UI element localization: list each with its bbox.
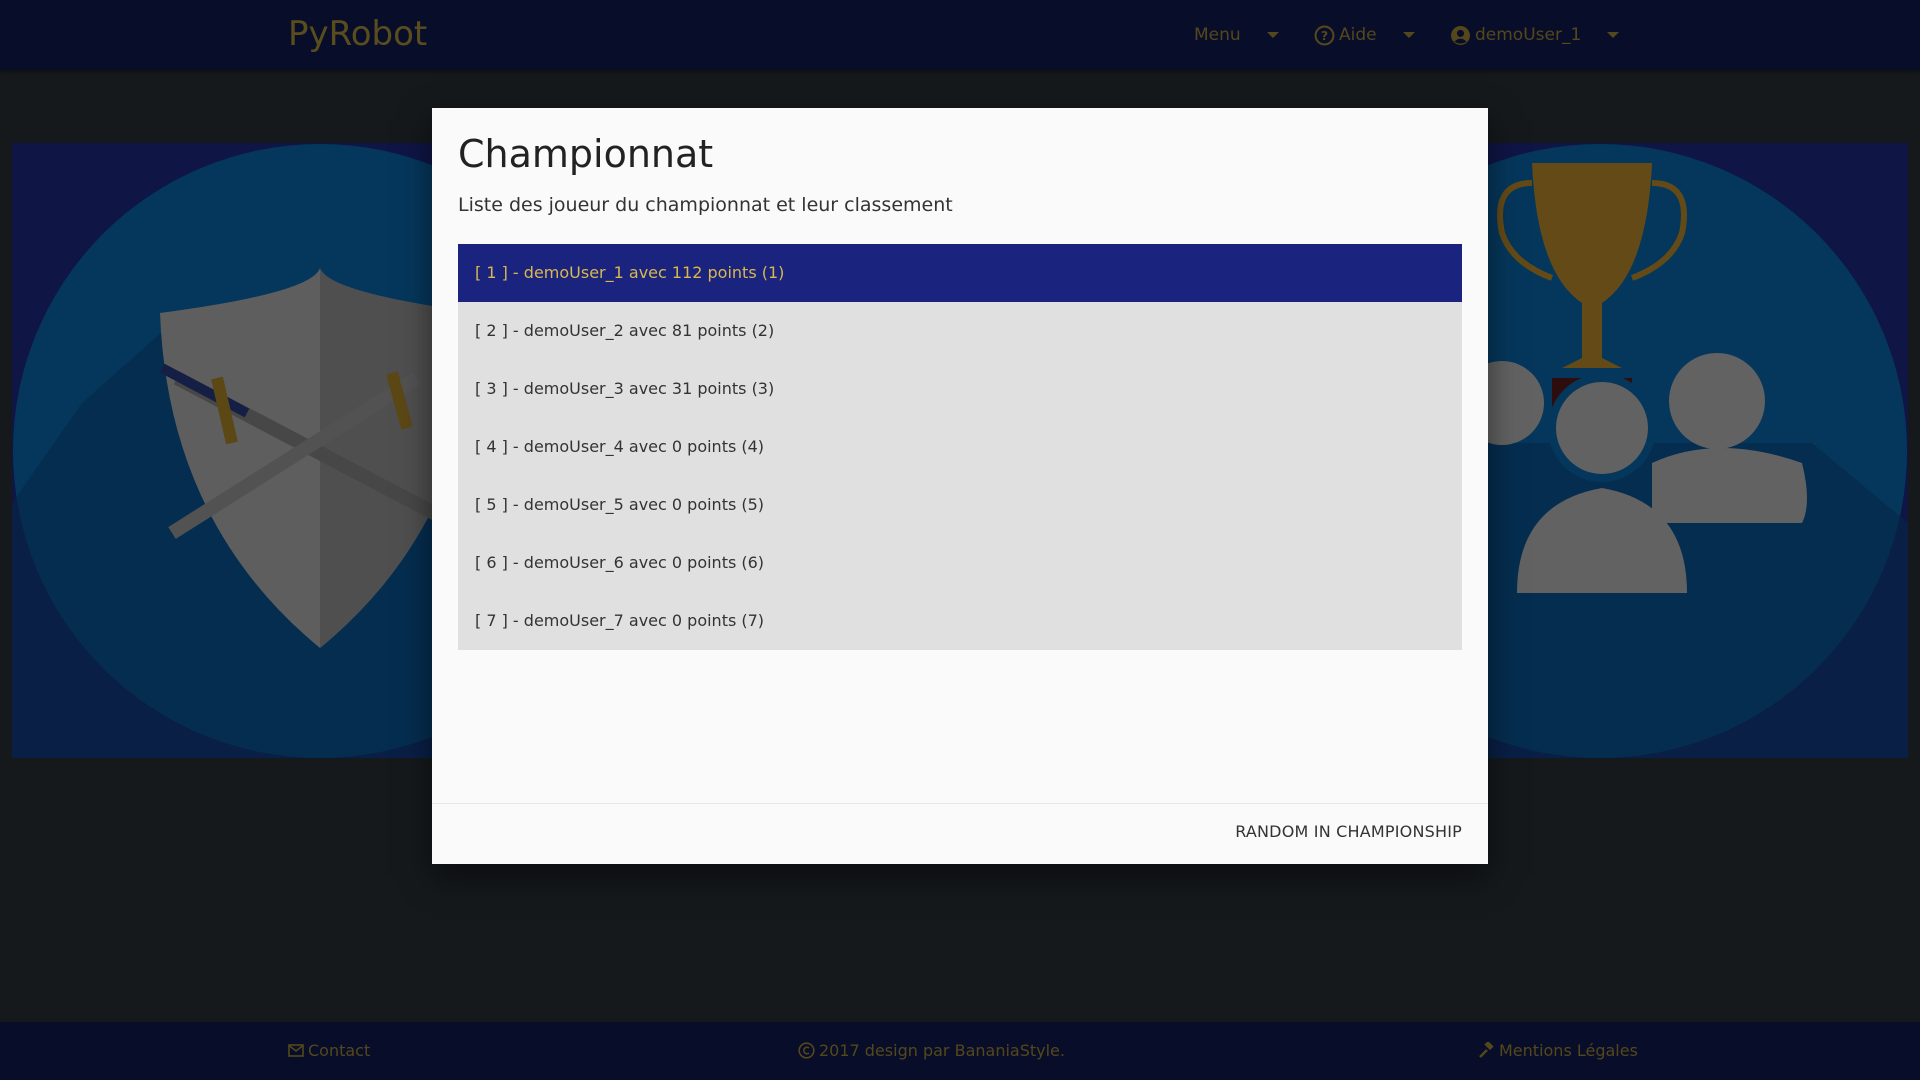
ranking-item[interactable]: [ 2 ] - demoUser_2 avec 81 points (2) (458, 302, 1462, 360)
ranking-item[interactable]: [ 3 ] - demoUser_3 avec 31 points (3) (458, 360, 1462, 418)
ranking-list: [ 1 ] - demoUser_1 avec 112 points (1) [… (458, 244, 1462, 650)
ranking-item[interactable]: [ 6 ] - demoUser_6 avec 0 points (6) (458, 534, 1462, 592)
ranking-item[interactable]: [ 7 ] - demoUser_7 avec 0 points (7) (458, 592, 1462, 650)
ranking-item[interactable]: [ 1 ] - demoUser_1 avec 112 points (1) (458, 244, 1462, 302)
ranking-item[interactable]: [ 5 ] - demoUser_5 avec 0 points (5) (458, 476, 1462, 534)
modal-subtitle: Liste des joueur du championnat et leur … (458, 194, 953, 216)
championship-modal: Championnat Liste des joueur du champion… (432, 108, 1488, 864)
modal-footer: RANDOM IN CHAMPIONSHIP (432, 803, 1488, 864)
ranking-item[interactable]: [ 4 ] - demoUser_4 avec 0 points (4) (458, 418, 1462, 476)
modal-title: Championnat (458, 132, 714, 176)
random-championship-button[interactable]: RANDOM IN CHAMPIONSHIP (1235, 822, 1462, 841)
